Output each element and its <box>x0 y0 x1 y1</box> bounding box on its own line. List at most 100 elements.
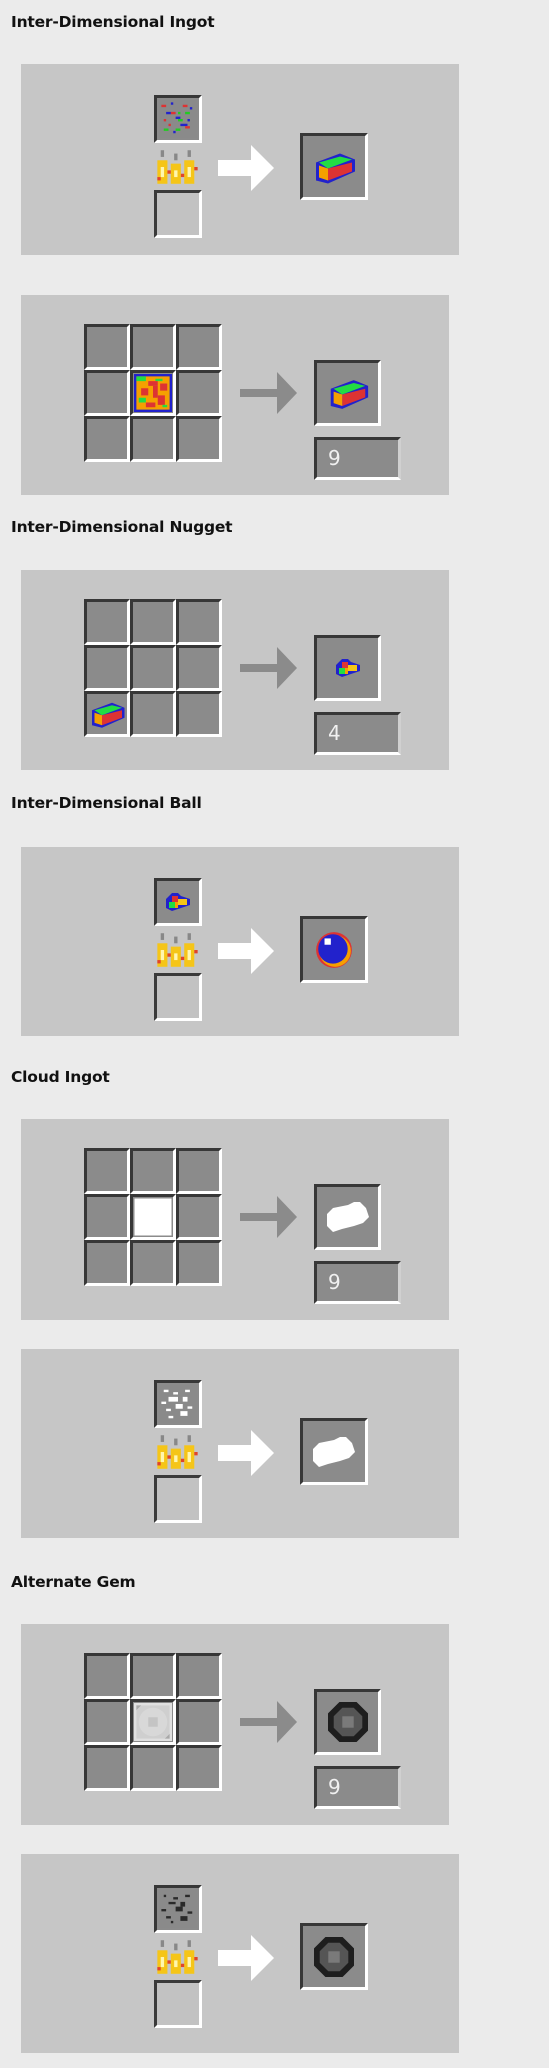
crafting-slot[interactable] <box>176 370 222 416</box>
crafting-slot[interactable] <box>84 370 130 416</box>
crafting-output-slot[interactable] <box>314 360 381 426</box>
smelting-input-slot[interactable] <box>154 1885 202 1933</box>
smelting-fuel-slot[interactable] <box>154 1475 202 1523</box>
crafting-slot[interactable] <box>176 324 222 370</box>
fire-icon <box>157 150 198 184</box>
crafting-grid <box>84 1148 222 1286</box>
section-title-cloud-ingot: Cloud Ingot <box>11 1068 110 1086</box>
inter-dimensional-ore-icon <box>159 100 197 138</box>
crafting-slot[interactable] <box>130 324 176 370</box>
section-title-inter-dimensional-nugget: Inter-Dimensional Nugget <box>11 518 233 536</box>
inter-dimensional-ball-icon <box>316 931 352 968</box>
smelting-output-slot[interactable] <box>300 1923 368 1990</box>
smelting-recipe-panel <box>21 1349 459 1538</box>
smelting-arrow-icon <box>218 1935 274 1981</box>
crafting-slot[interactable] <box>176 1148 222 1194</box>
smelting-output-slot[interactable] <box>300 133 368 200</box>
section-title-inter-dimensional-ball: Inter-Dimensional Ball <box>11 794 202 812</box>
crafting-slot[interactable] <box>84 691 130 737</box>
crafting-recipe-panel: 9 <box>21 1119 449 1320</box>
crafting-slot[interactable] <box>176 645 222 691</box>
crafting-slot[interactable] <box>130 1653 176 1699</box>
crafting-arrow-icon <box>240 1196 297 1238</box>
crafting-grid <box>84 599 222 737</box>
crafting-slot[interactable] <box>130 599 176 645</box>
output-count: 9 <box>314 1261 401 1304</box>
crafting-slot[interactable] <box>130 1240 176 1286</box>
inter-dimensional-block-icon <box>134 374 172 412</box>
crafting-slot[interactable] <box>176 1240 222 1286</box>
crafting-output-slot[interactable] <box>314 1689 381 1755</box>
crafting-slot[interactable] <box>130 416 176 462</box>
crafting-output-slot[interactable] <box>314 1184 381 1250</box>
crafting-slot[interactable] <box>84 416 130 462</box>
crafting-slot[interactable] <box>84 1699 130 1745</box>
section-title-inter-dimensional-ingot: Inter-Dimensional Ingot <box>11 13 215 31</box>
crafting-slot[interactable] <box>84 324 130 370</box>
smelting-input-slot[interactable] <box>154 878 202 926</box>
cloud-ingot-icon <box>326 1202 369 1232</box>
crafting-slot[interactable] <box>176 599 222 645</box>
crafting-grid <box>84 324 222 462</box>
crafting-slot[interactable] <box>84 599 130 645</box>
smelting-fuel-slot[interactable] <box>154 190 202 238</box>
smelting-arrow-icon <box>218 1430 274 1476</box>
crafting-output-slot[interactable] <box>314 635 381 701</box>
alternate-gem-icon <box>314 1936 354 1977</box>
crafting-arrow-icon <box>240 1701 297 1743</box>
crafting-slot[interactable] <box>130 1745 176 1791</box>
smelting-output-slot[interactable] <box>300 916 368 983</box>
inter-dimensional-ingot-icon <box>330 380 368 409</box>
crafting-slot[interactable] <box>84 1148 130 1194</box>
crafting-slot[interactable] <box>176 1745 222 1791</box>
cloud-ingot-icon <box>313 1436 355 1467</box>
inter-dimensional-nugget-icon <box>335 659 360 677</box>
crafting-slot[interactable] <box>84 1653 130 1699</box>
cloud-block-icon <box>134 1198 172 1236</box>
crafting-slot[interactable] <box>84 645 130 691</box>
alternate-gem-icon <box>327 1702 368 1742</box>
crafting-slot[interactable] <box>176 1653 222 1699</box>
crafting-slot[interactable] <box>130 370 176 416</box>
smelting-recipe-panel <box>21 1854 459 2053</box>
crafting-slot[interactable] <box>176 1194 222 1240</box>
crafting-slot[interactable] <box>130 691 176 737</box>
smelting-fuel-slot[interactable] <box>154 1980 202 2028</box>
output-count: 4 <box>314 712 401 755</box>
crafting-slot[interactable] <box>84 1745 130 1791</box>
smelting-arrow-icon <box>218 928 274 974</box>
crafting-slot[interactable] <box>130 1699 176 1745</box>
inter-dimensional-nugget-icon <box>166 893 190 911</box>
crafting-slot[interactable] <box>130 1148 176 1194</box>
crafting-slot[interactable] <box>130 645 176 691</box>
smelting-input-slot[interactable] <box>154 1380 202 1428</box>
fire-icon <box>157 933 198 967</box>
crafting-slot[interactable] <box>176 1699 222 1745</box>
output-count: 9 <box>314 437 401 480</box>
crafting-arrow-icon <box>240 372 297 414</box>
crafting-recipe-panel: 9 <box>21 295 449 495</box>
crafting-slot[interactable] <box>84 1194 130 1240</box>
section-title-alternate-gem: Alternate Gem <box>11 1573 136 1591</box>
crafting-slot[interactable] <box>176 416 222 462</box>
smelting-input-slot[interactable] <box>154 95 202 143</box>
smelting-fuel-slot[interactable] <box>154 973 202 1021</box>
inter-dimensional-ingot-icon <box>92 702 125 728</box>
alternate-gem-block-icon <box>134 1703 172 1741</box>
crafting-grid <box>84 1653 222 1791</box>
crafting-slot[interactable] <box>130 1194 176 1240</box>
smelting-recipe-panel <box>21 847 459 1036</box>
crafting-recipe-panel: 4 <box>21 570 449 770</box>
fire-icon <box>157 1940 198 1974</box>
crafting-slot[interactable] <box>84 1240 130 1286</box>
crafting-arrow-icon <box>240 647 297 689</box>
inter-dimensional-ingot-icon <box>316 153 355 183</box>
smelting-arrow-icon <box>218 145 274 191</box>
fire-icon <box>157 1435 198 1469</box>
output-count: 9 <box>314 1766 401 1809</box>
crafting-slot[interactable] <box>176 691 222 737</box>
smelting-output-slot[interactable] <box>300 1418 368 1485</box>
smelting-recipe-panel <box>21 64 459 255</box>
cloud-ore-icon <box>159 1385 197 1423</box>
alternate-gem-ore-icon <box>159 1890 197 1928</box>
